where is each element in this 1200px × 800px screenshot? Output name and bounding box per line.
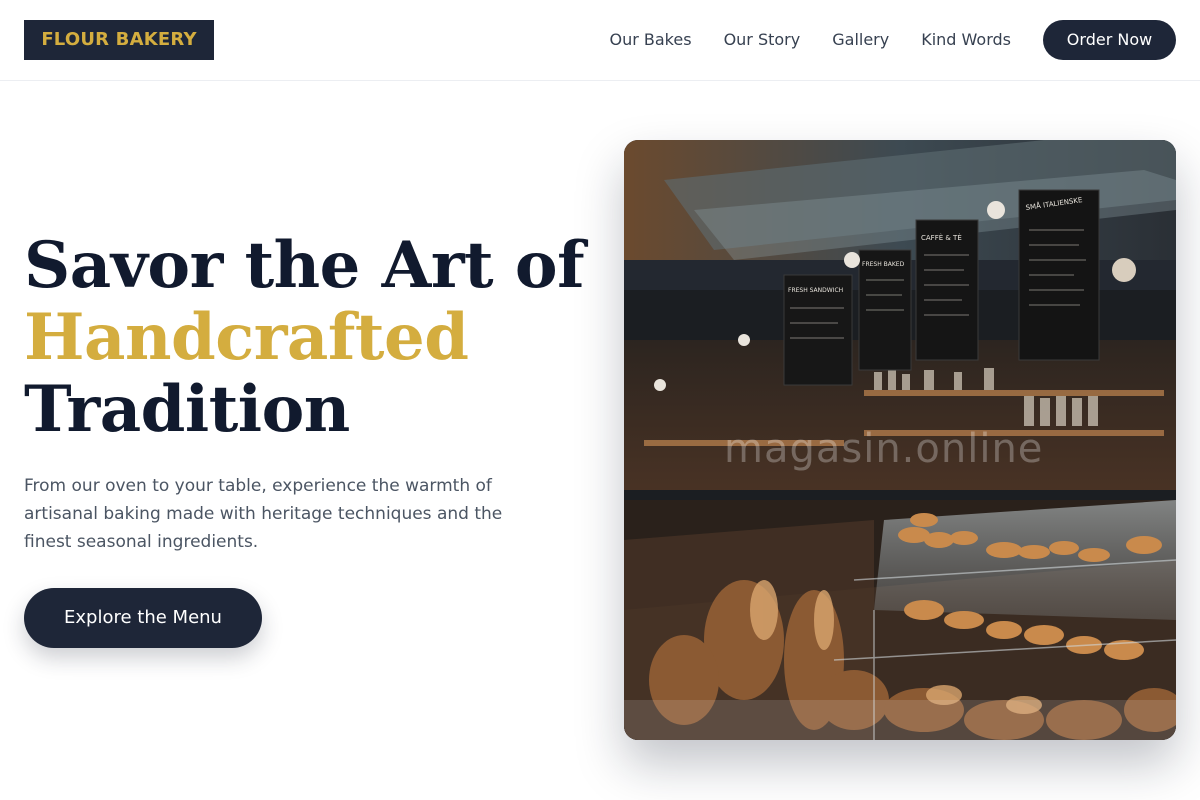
nav-link-our-story[interactable]: Our Story [724,30,801,50]
main-nav: Our Bakes Our Story Gallery Kind Words O… [610,0,1176,80]
nav-link-gallery[interactable]: Gallery [832,30,889,50]
image-watermark: magasin.online [724,426,1044,472]
hero-title-line-3: Tradition [24,372,350,447]
site-header: FLOUR BAKERY Our Bakes Our Story Gallery… [0,0,1200,81]
explore-menu-button[interactable]: Explore the Menu [24,588,262,648]
chalkboard-title-3: FRESH BAKED [862,261,905,268]
hero-title: Savor the Art of Handcrafted Tradition [24,230,604,446]
order-now-button[interactable]: Order Now [1043,20,1176,60]
nav-link-our-bakes[interactable]: Our Bakes [610,30,692,50]
nav-link-kind-words[interactable]: Kind Words [921,30,1011,50]
bakery-interior-image: SMÅ ITALIENSKE CAFFÈ & TÈ FRESH BAKED FR… [624,140,1176,740]
hero-title-line-1: Savor the Art of [24,228,585,303]
chalkboard-title-2: CAFFÈ & TÈ [921,233,962,242]
hero-description: From our oven to your table, experience … [24,476,503,552]
chalkboard-title-4: FRESH SANDWICH [788,287,843,294]
hero-title-accent: Handcrafted [24,300,469,375]
logo[interactable]: FLOUR BAKERY [24,20,214,60]
